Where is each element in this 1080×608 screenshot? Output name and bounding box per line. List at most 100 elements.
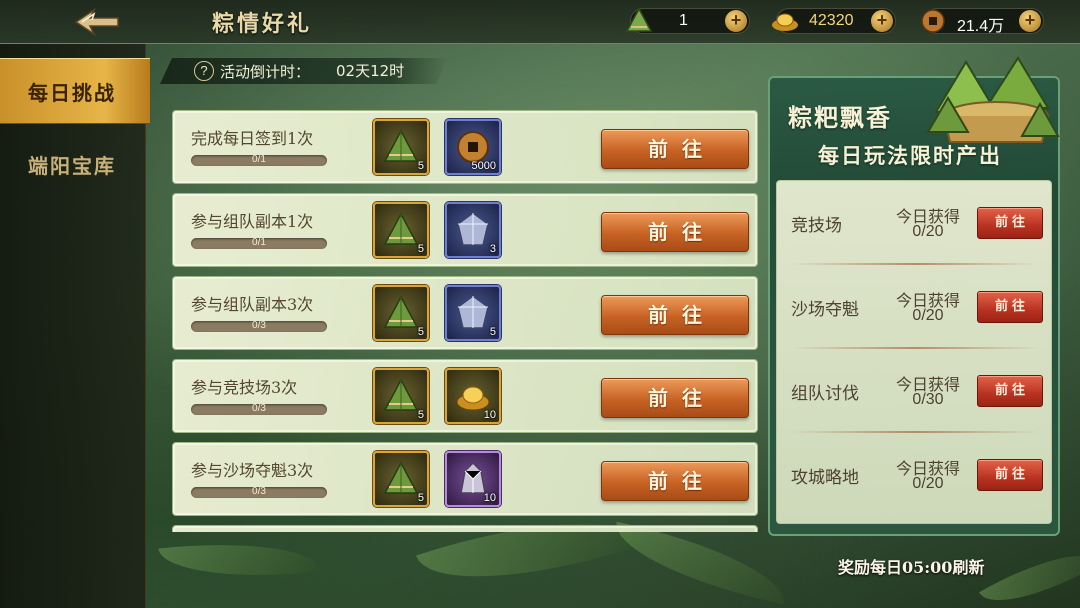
today-count: 0/20 — [912, 307, 944, 324]
mode-row: 竞技场 今日获得 0/20 前往 — [777, 181, 1053, 265]
tab-daily-challenge[interactable]: 每日挑战 — [0, 58, 150, 124]
reward-item[interactable]: 5000 — [445, 119, 501, 175]
task-row — [172, 525, 758, 532]
go-button[interactable]: 前往 — [601, 295, 749, 335]
task-row: 参与竞技场3次 0/3 5 10 前往 — [172, 359, 758, 433]
reward-count: 5 — [417, 409, 424, 421]
reward-count: 5 — [417, 326, 424, 338]
mode-name: 攻城略地 — [791, 468, 859, 488]
today-count: 0/30 — [912, 391, 944, 408]
countdown-label: 活动倒计时： — [220, 63, 311, 81]
today-count: 0/20 — [912, 475, 944, 492]
task-name: 参与沙场夺魁3次 — [191, 461, 314, 480]
add-zongzi-button[interactable]: + — [725, 10, 747, 32]
task-row: 完成每日签到1次 0/1 5 5000 前往 — [172, 110, 758, 184]
reward-count: 10 — [483, 492, 496, 504]
zongzi-icon — [383, 129, 419, 162]
progress-text: 0/3 — [252, 320, 266, 331]
go-button[interactable]: 前往 — [977, 375, 1043, 407]
countdown-value: 02天12时 — [336, 62, 405, 80]
zongzi-icon — [383, 461, 419, 494]
reward-item[interactable]: 10 — [445, 368, 501, 424]
resource-value: 1 — [679, 12, 688, 29]
reward-item[interactable]: 5 — [373, 202, 429, 258]
go-button[interactable]: 前往 — [601, 461, 749, 501]
progress-bar: 0/3 — [191, 486, 327, 498]
task-name: 完成每日签到1次 — [191, 129, 314, 148]
reward-count: 5 — [417, 492, 424, 504]
zongzi-icon — [625, 7, 653, 32]
reward-item[interactable]: 3 — [445, 202, 501, 258]
mode-name: 竞技场 — [791, 216, 842, 236]
go-button[interactable]: 前往 — [977, 291, 1043, 323]
copper-coin-icon — [921, 9, 945, 33]
progress-text: 0/1 — [252, 154, 266, 165]
bamboo-leaf-decoration — [979, 532, 1080, 608]
reward-count: 5000 — [471, 160, 496, 172]
tab-label: 每日挑战 — [28, 81, 116, 105]
task-name: 参与竞技场3次 — [191, 378, 298, 397]
reward-count: 5 — [417, 243, 424, 255]
reward-item[interactable]: 5 — [373, 119, 429, 175]
bamboo-leaf-decoration — [607, 521, 793, 605]
task-name: 参与组队副本1次 — [191, 212, 314, 231]
mode-list: 竞技场 今日获得 0/20 前往 沙场夺魁 今日获得 0/20 前往 组队讨伐 … — [776, 180, 1052, 524]
zongzi-basket-icon — [926, 56, 1060, 143]
panel-title: 粽粑飘香 — [788, 103, 892, 132]
progress-text: 0/1 — [252, 237, 266, 248]
coin-resource: 21.4万 + — [921, 8, 1044, 35]
daily-output-panel: 粽粑飘香 每日玩法限时产出 竞技场 今日获得 0/20 前往 沙场夺魁 今日获得… — [768, 56, 1060, 536]
mode-row: 组队讨伐 今日获得 0/30 前往 — [777, 349, 1053, 433]
tab-label: 端阳宝库 — [28, 154, 116, 178]
page-title: 粽情好礼 — [212, 11, 313, 37]
reward-item[interactable]: 5 — [373, 451, 429, 507]
task-name: 参与组队副本3次 — [191, 295, 314, 314]
reward-item[interactable]: 5 — [373, 368, 429, 424]
gold-ingot-icon — [772, 13, 798, 31]
mode-name: 沙场夺魁 — [791, 300, 859, 320]
reward-count: 3 — [489, 243, 496, 255]
mode-row: 攻城略地 今日获得 0/20 前往 — [777, 433, 1053, 517]
zongzi-icon — [383, 295, 419, 328]
reward-count: 5 — [417, 160, 424, 172]
progress-bar: 0/1 — [191, 154, 327, 166]
zongzi-resource: 1 + — [625, 7, 750, 34]
progress-bar: 0/3 — [191, 403, 327, 415]
tab-dragon-boat-treasury[interactable]: 端阳宝库 — [0, 132, 150, 198]
mode-row: 沙场夺魁 今日获得 0/20 前往 — [777, 265, 1053, 349]
reward-count: 10 — [483, 409, 496, 421]
task-list[interactable]: 完成每日签到1次 0/1 5 5000 前往 参与组队副本1次 0/1 5 3 … — [172, 110, 760, 532]
reward-count: 5 — [489, 326, 496, 338]
back-arrow-icon[interactable] — [72, 6, 122, 38]
top-bar: 粽情好礼 1 + 42320 + 21.4万 + — [0, 0, 1080, 44]
add-gold-button[interactable]: + — [871, 10, 893, 32]
task-row: 参与组队副本3次 0/3 5 5 前往 — [172, 276, 758, 350]
reward-item[interactable]: 5 — [373, 285, 429, 341]
go-button[interactable]: 前往 — [977, 207, 1043, 239]
progress-bar: 0/1 — [191, 237, 327, 249]
help-icon[interactable]: ? — [194, 61, 214, 81]
zongzi-icon — [383, 378, 419, 411]
mode-name: 组队讨伐 — [791, 384, 859, 404]
progress-text: 0/3 — [252, 403, 266, 414]
gold-resource: 42320 + — [772, 8, 896, 34]
task-row: 参与沙场夺魁3次 0/3 5 10 前往 — [172, 442, 758, 516]
today-count: 0/20 — [912, 223, 944, 240]
go-button[interactable]: 前往 — [601, 378, 749, 418]
bamboo-leaf-decoration — [158, 531, 322, 589]
reward-item[interactable]: 10 — [445, 451, 501, 507]
go-button[interactable]: 前往 — [977, 459, 1043, 491]
progress-text: 0/3 — [252, 486, 266, 497]
refresh-note: 奖励每日05:00刷新 — [838, 558, 985, 577]
task-row: 参与组队副本1次 0/1 5 3 前往 — [172, 193, 758, 267]
go-button[interactable]: 前往 — [601, 129, 749, 169]
progress-bar: 0/3 — [191, 320, 327, 332]
countdown-bar: ? 活动倒计时： — [160, 58, 448, 84]
resource-value: 21.4万 — [957, 18, 1005, 35]
silver-crystal-icon — [457, 212, 489, 246]
reward-item[interactable]: 5 — [445, 285, 501, 341]
panel-subtitle: 每日玩法限时产出 — [818, 143, 1002, 168]
add-coin-button[interactable]: + — [1019, 10, 1041, 32]
sidebar: 每日挑战 端阳宝库 — [0, 44, 150, 608]
go-button[interactable]: 前往 — [601, 212, 749, 252]
